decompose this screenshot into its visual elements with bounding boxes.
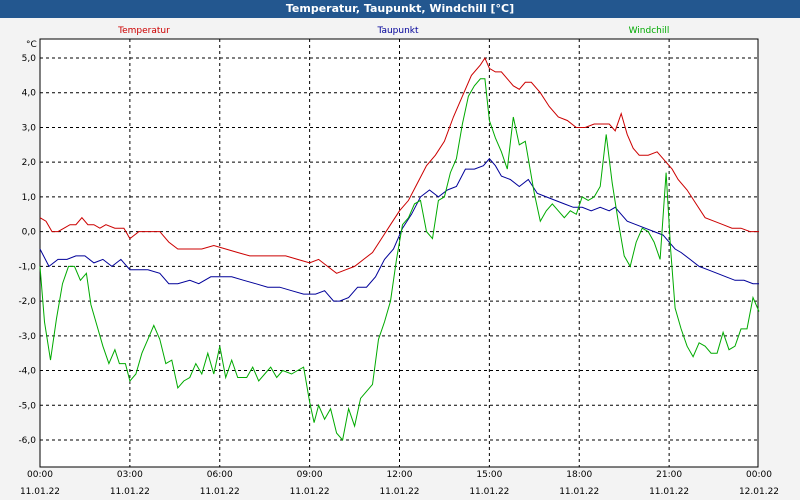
x-tick-time: 15:00 [476, 470, 502, 480]
x-tick-time: 12:00 [387, 470, 413, 480]
chart-window: Temperatur, Taupunkt, Windchill [°C] °C … [0, 0, 800, 500]
x-tick-time: 09:00 [297, 470, 323, 480]
x-tick-date: 12.01.22 [739, 487, 779, 497]
y-tick-label: -6,0 [18, 436, 36, 446]
y-tick-label: 3,0 [22, 123, 37, 133]
x-tick-time: 00:00 [746, 470, 772, 480]
legend-item-taupunkt: Taupunkt [376, 26, 419, 36]
y-tick-label: 4,0 [22, 89, 37, 99]
x-tick-date: 11.01.22 [649, 487, 689, 497]
y-tick-label: -4,0 [18, 367, 36, 377]
x-tick-time: 21:00 [656, 470, 682, 480]
legend-item-temperatur: Temperatur [117, 26, 170, 36]
x-axis-ticks: 00:00 11.01.22 03:00 11.01.22 06:00 11.01.22 0… [20, 470, 779, 497]
x-tick-date: 11.01.22 [200, 487, 240, 497]
legend-item-windchill: Windchill [629, 26, 670, 36]
y-tick-label: 1,0 [22, 193, 37, 203]
y-unit-label: °C [26, 40, 37, 50]
y-tick-label: -5,0 [18, 401, 36, 411]
x-tick-date: 11.01.22 [559, 487, 599, 497]
chart: °C 5,0 4,0 3,0 2,0 1,0 0,0 -1,0 -2,0 -3,0 -4,0 -5,… [18, 26, 779, 497]
x-tick-time: 06:00 [207, 470, 233, 480]
y-tick-label: -1,0 [18, 262, 36, 272]
y-tick-label: 5,0 [22, 54, 37, 64]
y-axis-ticks: 5,0 4,0 3,0 2,0 1,0 0,0 -1,0 -2,0 -3,0 -4,0 -5,0 -6… [18, 54, 36, 446]
x-tick-date: 11.01.22 [469, 487, 509, 497]
x-tick-time: 03:00 [117, 470, 143, 480]
x-tick-date: 11.01.22 [290, 487, 330, 497]
legend: Temperatur Taupunkt Windchill [117, 26, 669, 36]
window-title: Temperatur, Taupunkt, Windchill [°C] [0, 0, 800, 18]
y-tick-label: -3,0 [18, 332, 36, 342]
x-tick-date: 11.01.22 [110, 487, 150, 497]
y-tick-label: -2,0 [18, 297, 36, 307]
x-tick-date: 11.01.22 [379, 487, 419, 497]
plot-area [39, 38, 759, 468]
y-tick-label: 0,0 [22, 228, 37, 238]
x-tick-time: 00:00 [27, 470, 53, 480]
x-tick-time: 18:00 [566, 470, 592, 480]
y-tick-label: 2,0 [22, 158, 37, 168]
x-tick-date: 11.01.22 [20, 487, 60, 497]
